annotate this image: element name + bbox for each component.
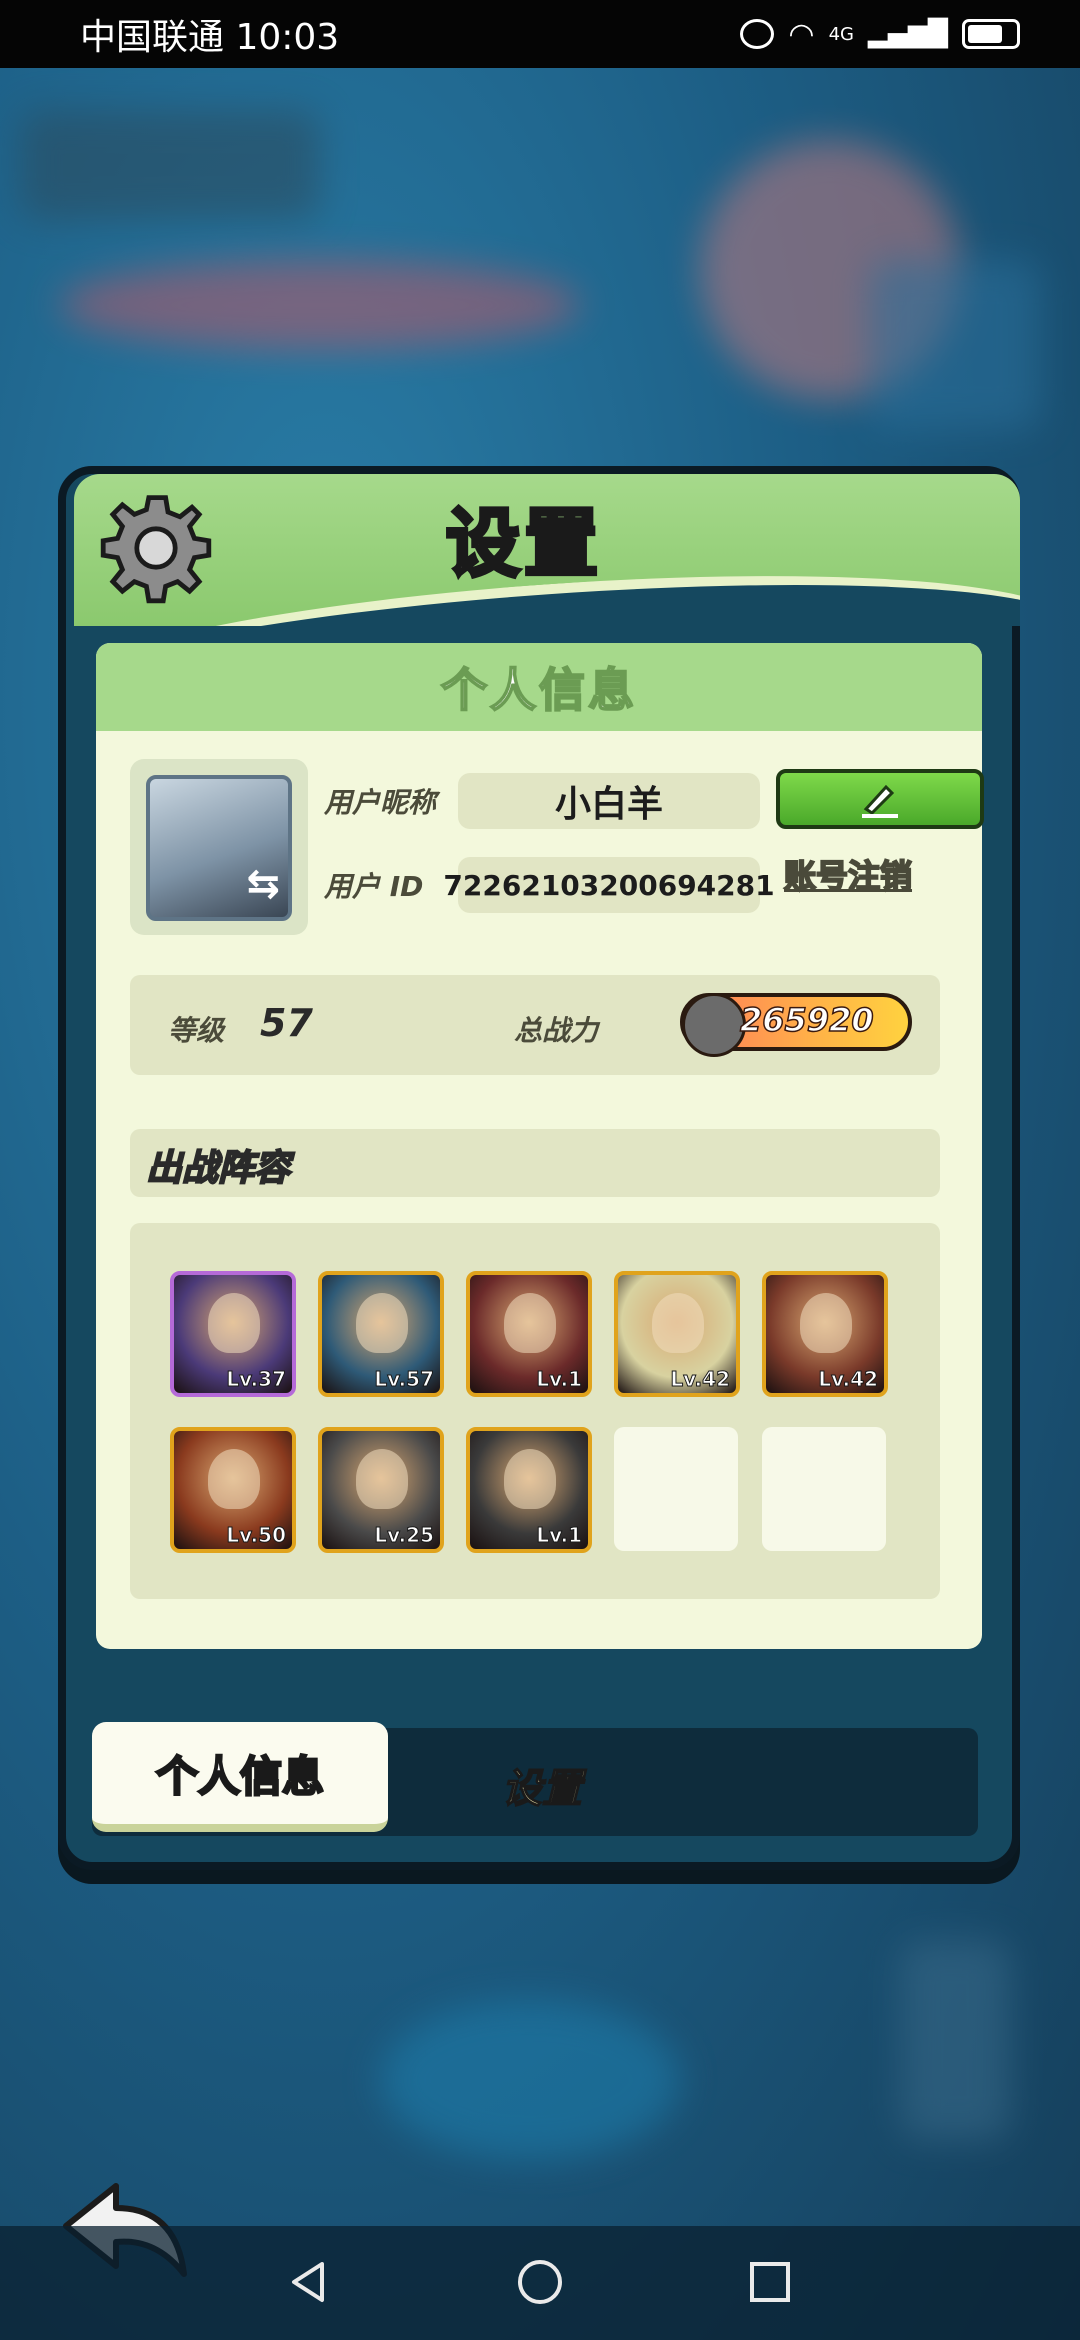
level-label: 等级 xyxy=(168,1014,225,1047)
hero-level: Lv.50 xyxy=(226,1523,287,1548)
nickname-label: 用户昵称 xyxy=(324,786,437,819)
background-decor xyxy=(900,1940,1010,2140)
hero-level: Lv.37 xyxy=(226,1367,287,1392)
speed-icon xyxy=(740,19,775,49)
hero-portrait xyxy=(504,1293,556,1353)
hero-portrait xyxy=(652,1293,704,1353)
hero-portrait xyxy=(800,1293,852,1353)
hero-level: Lv.57 xyxy=(374,1367,435,1392)
hero-level: Lv.1 xyxy=(536,1367,583,1392)
user-id-value: 72262103200694281 xyxy=(443,868,775,902)
hero-level: Lv.42 xyxy=(818,1367,879,1392)
back-icon[interactable] xyxy=(284,2258,332,2306)
background-decor xyxy=(60,260,580,350)
hero-card[interactable]: Lv.1 xyxy=(466,1271,592,1397)
hero-portrait xyxy=(356,1293,408,1353)
background-decor xyxy=(380,2000,680,2160)
nickname-field: 小白羊 xyxy=(458,773,760,829)
hero-level: Lv.1 xyxy=(536,1523,583,1548)
home-icon[interactable] xyxy=(516,2258,564,2306)
power-badge: 265920 xyxy=(680,993,912,1057)
nickname-value: 小白羊 xyxy=(554,784,663,825)
hero-level: Lv.25 xyxy=(374,1523,435,1548)
lineup-title: 出战阵容 xyxy=(145,1147,291,1190)
navigation-bar xyxy=(0,2226,1080,2340)
signal-icon: ▂▄▆█ xyxy=(868,19,948,49)
hero-card[interactable]: Lv.1 xyxy=(466,1427,592,1553)
dialog-tabs: 个人信息 设置 xyxy=(92,1722,978,1836)
hero-portrait xyxy=(208,1293,260,1353)
swap-icon: ⇆ xyxy=(246,861,280,907)
avatar-frame[interactable]: ⇆ xyxy=(130,759,308,935)
profile-panel: 个人信息 ⇆ 用户昵称 小白羊 用户 ID 72262103200694281 … xyxy=(96,643,984,1649)
hero-portrait xyxy=(356,1449,408,1509)
user-id-label: 用户 ID xyxy=(324,870,424,903)
empty-hero-slot[interactable] xyxy=(762,1427,886,1551)
dialog-title: 设置 xyxy=(444,499,602,589)
carrier-time: 中国联通 10:03 xyxy=(80,17,340,58)
hero-card[interactable]: Lv.42 xyxy=(614,1271,740,1397)
avatar[interactable]: ⇆ xyxy=(146,775,292,921)
edit-nickname-button[interactable] xyxy=(776,769,984,829)
wifi-icon: ◠ xyxy=(788,16,815,52)
tab-settings[interactable]: 设置 xyxy=(501,1756,583,1814)
gear-icon xyxy=(100,495,212,604)
section-title: 个人信息 xyxy=(96,643,982,731)
hero-level: Lv.42 xyxy=(670,1367,731,1392)
status-bar: 中国联通 10:03 ◠ 4G ▂▄▆█ xyxy=(0,0,1080,68)
battery-icon xyxy=(962,19,1020,49)
level-value: 57 xyxy=(260,1001,313,1045)
hero-card[interactable]: Lv.50 xyxy=(170,1427,296,1553)
empty-hero-slot[interactable] xyxy=(614,1427,738,1551)
hero-card[interactable]: Lv.25 xyxy=(318,1427,444,1553)
power-value: 265920 xyxy=(739,1000,874,1040)
hero-card[interactable]: Lv.42 xyxy=(762,1271,888,1397)
lineup-grid: Lv.37 Lv.57 Lv.1 Lv.42 Lv.42 Lv.50 Lv.25 Lv.1 xyxy=(130,1223,940,1599)
stats-bar: 等级 57 总战力 265920 xyxy=(130,975,940,1075)
account-cancel-link[interactable]: 账号注销 xyxy=(783,851,913,897)
background-decor xyxy=(870,260,1040,430)
status-icons: ◠ 4G ▂▄▆█ xyxy=(740,17,1020,52)
lineup-title-bar: 出战阵容 xyxy=(130,1129,940,1197)
background-decor xyxy=(20,110,320,220)
pencil-icon xyxy=(862,784,898,818)
hero-card[interactable]: Lv.57 xyxy=(318,1271,444,1397)
recents-icon[interactable] xyxy=(746,2258,794,2306)
user-id-field: 72262103200694281 xyxy=(443,857,775,913)
sword-icon xyxy=(682,993,746,1057)
hero-portrait xyxy=(208,1449,260,1509)
tab-profile[interactable]: 个人信息 xyxy=(92,1722,388,1832)
power-label: 总战力 xyxy=(514,1014,599,1047)
hero-portrait xyxy=(504,1449,556,1509)
network-label: 4G xyxy=(828,23,855,45)
hero-card[interactable]: Lv.37 xyxy=(170,1271,296,1397)
